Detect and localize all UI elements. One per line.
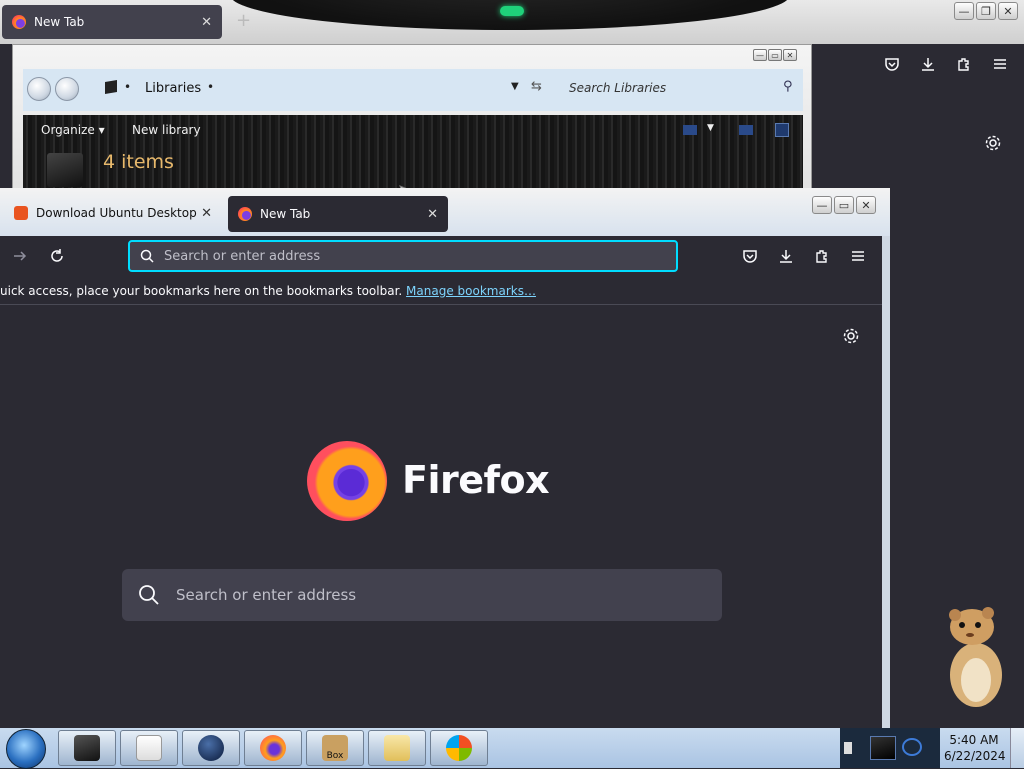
view-icon[interactable] bbox=[683, 125, 697, 135]
minimize-button[interactable]: — bbox=[753, 49, 767, 61]
reload-icon[interactable] bbox=[47, 246, 67, 266]
taskbar-media-player[interactable] bbox=[120, 730, 178, 766]
pocket-icon[interactable] bbox=[882, 54, 902, 74]
system-tray[interactable] bbox=[840, 728, 940, 768]
url-input[interactable] bbox=[162, 247, 676, 265]
clock-date: 6/22/2024 bbox=[944, 749, 1006, 763]
close-button[interactable]: ✕ bbox=[998, 2, 1018, 20]
network-icon[interactable] bbox=[902, 738, 922, 756]
tab-strip: Download Ubuntu Desktop | Ubuntu ✕ New T… bbox=[0, 188, 890, 236]
breadcrumb[interactable]: Libraries bbox=[145, 81, 201, 96]
item-count: 4 items bbox=[103, 151, 174, 173]
taskbar-explorer[interactable] bbox=[58, 730, 116, 766]
window-controls: — ▭ ✕ bbox=[812, 196, 876, 214]
close-tab-icon[interactable]: ✕ bbox=[427, 207, 438, 222]
organize-button[interactable]: Organize ▾ bbox=[41, 123, 105, 137]
tray-arrow-icon[interactable] bbox=[844, 742, 852, 754]
explorer-command-bar: Organize ▾ New library ▼ 4 items bbox=[23, 115, 803, 189]
close-button[interactable]: ✕ bbox=[856, 196, 876, 214]
minimize-button[interactable]: — bbox=[812, 196, 832, 214]
maximize-button[interactable]: ▭ bbox=[768, 49, 782, 61]
tray-app-icon[interactable] bbox=[870, 736, 896, 760]
hamster-pet-icon[interactable] bbox=[940, 605, 1008, 710]
tab-strip: New Tab ✕ + — ❐ ✕ bbox=[0, 0, 1024, 44]
ubuntu-icon bbox=[14, 206, 28, 220]
newtab-search-box[interactable] bbox=[122, 569, 722, 621]
explorer-window-controls: — ▭ ✕ bbox=[753, 49, 797, 61]
tab-title: Download Ubuntu Desktop | Ubuntu bbox=[36, 206, 201, 220]
minimize-button[interactable]: — bbox=[954, 2, 974, 20]
search-icon bbox=[138, 584, 160, 609]
close-button[interactable]: ✕ bbox=[783, 49, 797, 61]
settings-gear-icon[interactable] bbox=[983, 133, 1003, 153]
explorer-window: — ▭ ✕ • Libraries • ▼ ⇆ Search Libraries… bbox=[12, 44, 812, 194]
windows-logo-icon bbox=[446, 735, 472, 761]
firefox-window-front: Download Ubuntu Desktop | Ubuntu ✕ New T… bbox=[0, 188, 890, 728]
tab-download-ubuntu[interactable]: Download Ubuntu Desktop | Ubuntu ✕ bbox=[4, 196, 222, 230]
close-tab-icon[interactable]: ✕ bbox=[201, 15, 212, 30]
maximize-button[interactable]: ▭ bbox=[834, 196, 854, 214]
clock-time: 5:40 AM bbox=[949, 733, 999, 747]
firefox-logo-icon bbox=[307, 441, 387, 521]
start-button[interactable] bbox=[6, 729, 46, 769]
download-icon[interactable] bbox=[918, 54, 938, 74]
show-desktop-button[interactable] bbox=[1010, 728, 1024, 768]
new-library-button[interactable]: New library bbox=[132, 123, 201, 137]
tab-new-tab[interactable]: New Tab ✕ bbox=[228, 196, 448, 232]
newtab-search-input[interactable] bbox=[174, 585, 722, 605]
folder-icon bbox=[384, 735, 410, 761]
taskbar-firefox[interactable] bbox=[244, 730, 302, 766]
firefox-wordmark: Firefox bbox=[402, 458, 550, 502]
clock[interactable]: 5:40 AM 6/22/2024 bbox=[944, 732, 1006, 764]
window-controls: — ❐ ✕ bbox=[954, 2, 1018, 20]
path-separator-icon[interactable]: • bbox=[124, 80, 131, 94]
bookmarks-hint: uick access, place your bookmarks here o… bbox=[0, 284, 403, 298]
forward-button[interactable] bbox=[55, 77, 79, 101]
bookmarks-toolbar: uick access, place your bookmarks here o… bbox=[0, 278, 882, 305]
extensions-icon[interactable] bbox=[954, 54, 974, 74]
back-button[interactable] bbox=[27, 77, 51, 101]
tab-title: New Tab bbox=[34, 15, 85, 29]
forward-arrow-icon[interactable] bbox=[10, 246, 30, 266]
box-icon bbox=[74, 735, 100, 761]
tab-new-tab-back[interactable]: New Tab ✕ bbox=[2, 5, 222, 39]
search-icon bbox=[140, 249, 154, 263]
view-dropdown-icon[interactable]: ▼ bbox=[707, 123, 714, 133]
manage-bookmarks-link[interactable]: Manage bookmarks… bbox=[406, 284, 536, 298]
download-icon[interactable] bbox=[776, 246, 796, 266]
settings-gear-icon[interactable] bbox=[841, 326, 861, 346]
library-box-icon bbox=[47, 153, 83, 187]
help-icon[interactable] bbox=[775, 123, 789, 137]
taskbar-hamster-box[interactable]: Box bbox=[306, 730, 364, 766]
media-player-icon bbox=[136, 735, 162, 761]
search-icon[interactable]: ⚲ bbox=[783, 79, 793, 94]
firefox-icon bbox=[12, 15, 26, 29]
preview-pane-icon[interactable] bbox=[739, 125, 753, 135]
globe-icon bbox=[198, 735, 224, 761]
url-bar[interactable] bbox=[128, 240, 678, 272]
menu-icon[interactable] bbox=[848, 246, 868, 266]
taskbar-windows[interactable] bbox=[430, 730, 488, 766]
path-separator-icon[interactable]: • bbox=[207, 80, 214, 94]
libraries-icon bbox=[105, 79, 117, 95]
taskbar-globe[interactable] bbox=[182, 730, 240, 766]
firefox-icon bbox=[238, 207, 252, 221]
tab-title: New Tab bbox=[260, 207, 311, 221]
restore-button[interactable]: ❐ bbox=[976, 2, 996, 20]
hamster-box-icon: Box bbox=[322, 735, 348, 761]
extensions-icon[interactable] bbox=[812, 246, 832, 266]
close-tab-icon[interactable]: ✕ bbox=[201, 206, 212, 221]
scrollbar[interactable] bbox=[882, 236, 890, 728]
history-dropdown-icon[interactable]: ▼ bbox=[511, 81, 519, 92]
refresh-icon[interactable]: ⇆ bbox=[531, 79, 542, 94]
new-tab-button[interactable]: + bbox=[236, 10, 251, 31]
menu-icon[interactable] bbox=[990, 54, 1010, 74]
explorer-address-bar: • Libraries • ▼ ⇆ Search Libraries ⚲ bbox=[23, 69, 803, 111]
search-input[interactable]: Search Libraries bbox=[569, 81, 666, 95]
pocket-icon[interactable] bbox=[740, 246, 760, 266]
firefox-icon bbox=[260, 735, 286, 761]
taskbar-folder[interactable] bbox=[368, 730, 426, 766]
